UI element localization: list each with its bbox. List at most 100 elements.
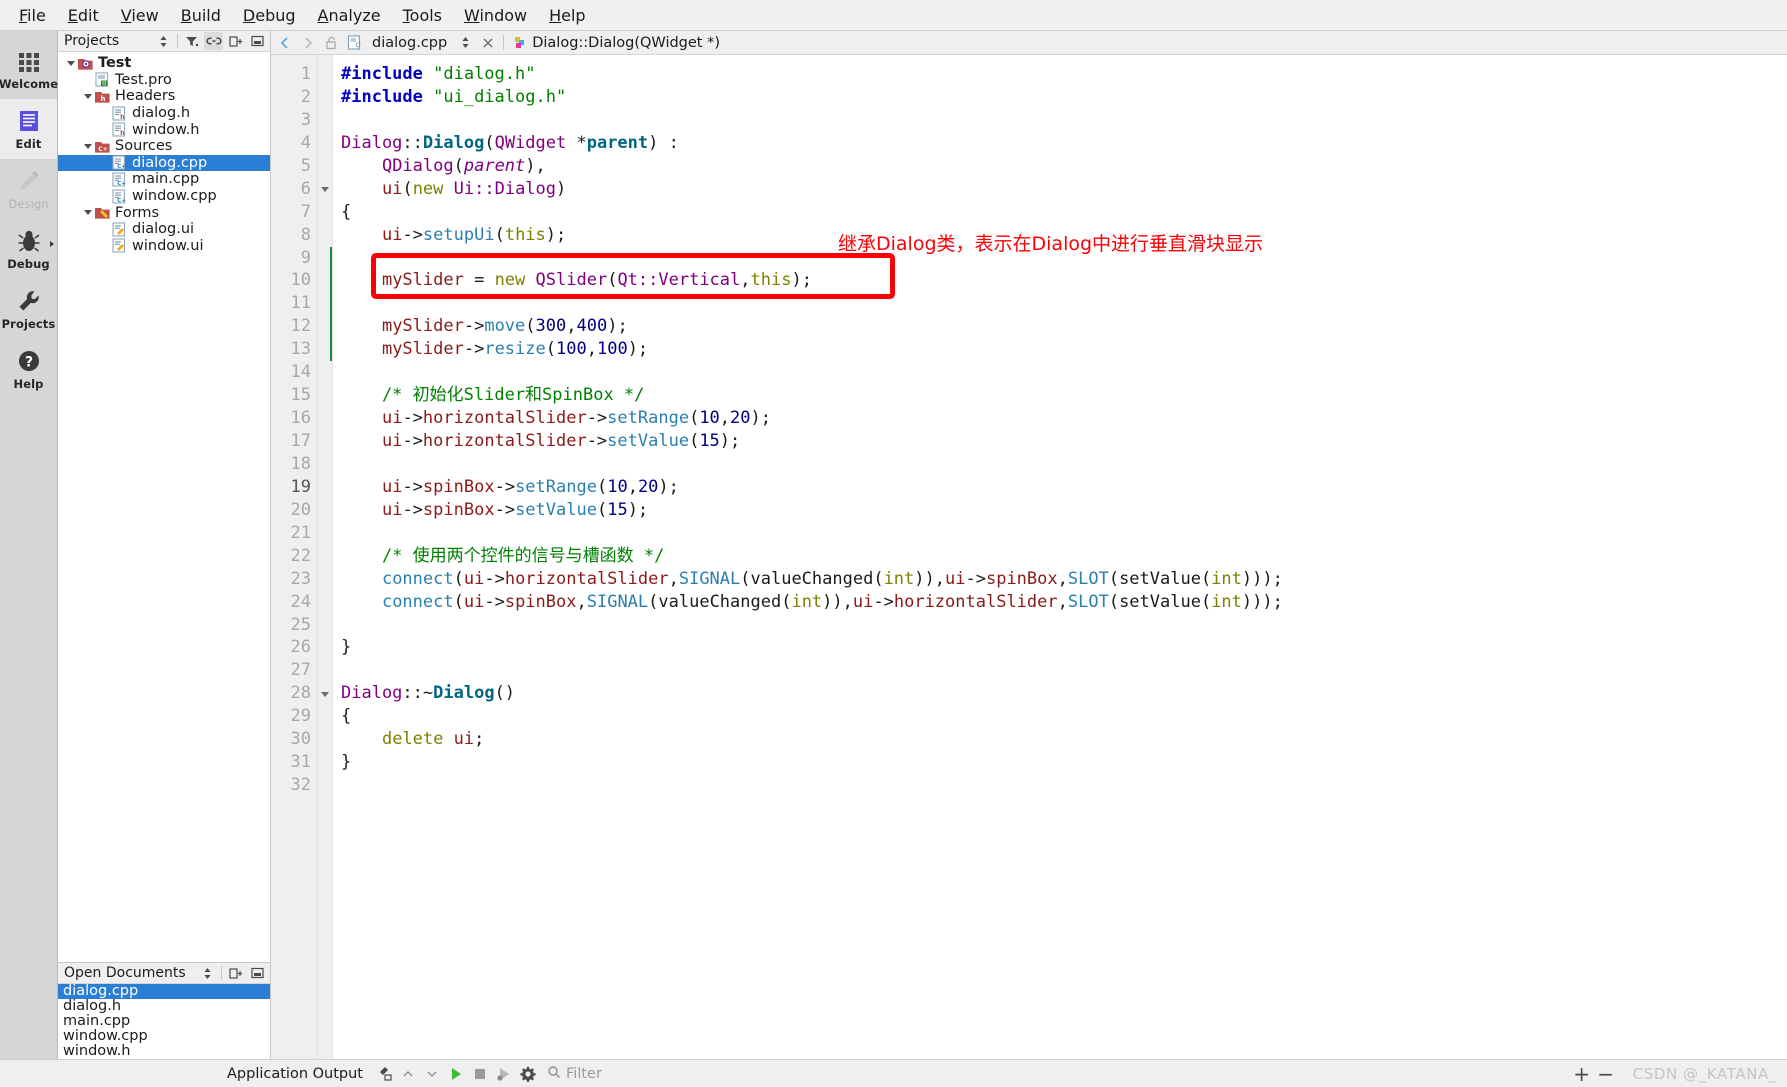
menu-analyze[interactable]: Analyze <box>307 3 392 28</box>
menu-help[interactable]: Help <box>538 3 596 28</box>
menu-tools[interactable]: Tools <box>392 3 453 28</box>
editor-symbol-selector[interactable]: Dialog::Dialog(QWidget *) <box>532 35 720 51</box>
mode-design[interactable]: Design <box>0 159 57 219</box>
stop-icon[interactable] <box>469 1063 491 1085</box>
chevron-down-icon[interactable] <box>81 210 94 216</box>
tree-item-window-ui[interactable]: window.ui <box>58 238 270 255</box>
updown-arrows-icon[interactable] <box>198 964 217 982</box>
tree-item-test-pro[interactable]: Q Test.pro <box>58 72 270 89</box>
tree-item-window-cpp[interactable]: C+ window.cpp <box>58 188 270 205</box>
chevron-down-icon[interactable] <box>421 1063 443 1085</box>
code-line[interactable]: ui->horizontalSlider->setRange(10,20); <box>341 407 1787 430</box>
code-line[interactable] <box>341 522 1787 545</box>
debug-submenu-arrow-icon[interactable] <box>50 241 54 247</box>
tree-item-dialog-cpp[interactable]: C+ dialog.cpp <box>58 154 270 172</box>
menu-edit[interactable]: Edit <box>57 3 110 28</box>
code-line[interactable] <box>341 774 1787 797</box>
mode-welcome[interactable]: Welcome <box>0 39 58 99</box>
code-line[interactable]: QDialog(parent), <box>341 155 1787 178</box>
tree-item-forms[interactable]: Forms <box>58 204 270 221</box>
chevron-down-icon[interactable] <box>81 143 94 149</box>
tree-item-dialog-ui[interactable]: dialog.ui <box>58 221 270 238</box>
chevron-up-icon[interactable] <box>397 1063 419 1085</box>
menu-file[interactable]: File <box>8 3 57 28</box>
code-line[interactable] <box>341 659 1787 682</box>
code-line[interactable]: } <box>341 751 1787 774</box>
code-line[interactable] <box>341 614 1787 637</box>
code-line[interactable]: mySlider->move(300,400); <box>341 315 1787 338</box>
tree-item-dialog-h[interactable]: h dialog.h <box>58 105 270 122</box>
mode-debug[interactable]: Debug <box>0 219 57 279</box>
code-line[interactable]: mySlider = new QSlider(Qt::Vertical,this… <box>341 269 1787 292</box>
broom-icon[interactable] <box>373 1063 395 1085</box>
open-document-item[interactable]: window.cpp <box>58 1029 270 1044</box>
zoom-out-button[interactable]: − <box>1595 1062 1617 1086</box>
code-line[interactable]: ui(new Ui::Dialog) <box>341 178 1787 201</box>
menu-view[interactable]: View <box>110 3 170 28</box>
output-filter[interactable]: Filter <box>547 1065 602 1083</box>
tree-item-test[interactable]: Test <box>58 55 270 72</box>
updown-arrows-icon[interactable] <box>154 32 173 50</box>
filter-icon[interactable] <box>182 32 201 50</box>
fold-marker-icon[interactable] <box>321 186 329 192</box>
unlocked-icon[interactable] <box>321 33 341 53</box>
fold-column[interactable] <box>318 55 333 1059</box>
minimize-icon[interactable] <box>248 964 267 982</box>
code-line[interactable]: /* 使用两个控件的信号与槽函数 */ <box>341 545 1787 568</box>
code-line[interactable] <box>341 361 1787 384</box>
open-document-item[interactable]: main.cpp <box>58 1014 270 1029</box>
menu-debug[interactable]: Debug <box>232 3 307 28</box>
code-line[interactable]: ui->horizontalSlider->setValue(15); <box>341 430 1787 453</box>
code-line[interactable]: Dialog::Dialog(QWidget *parent) : <box>341 132 1787 155</box>
play-icon[interactable] <box>445 1063 467 1085</box>
tree-item-sources[interactable]: C+ Sources <box>58 138 270 155</box>
code-line[interactable]: } <box>341 636 1787 659</box>
code-line[interactable] <box>341 292 1787 315</box>
tree-item-window-h[interactable]: h window.h <box>58 121 270 138</box>
code-line[interactable]: connect(ui->horizontalSlider,SIGNAL(valu… <box>341 568 1787 591</box>
project-tree[interactable]: Test Q Test.pro h Headers h dialog.h h window.h C… <box>58 52 270 962</box>
zoom-in-button[interactable]: + <box>1571 1062 1593 1086</box>
code-line[interactable]: { <box>341 705 1787 728</box>
open-document-item[interactable]: dialog.h <box>58 999 270 1014</box>
open-document-item[interactable]: dialog.cpp <box>58 984 270 999</box>
minimize-icon[interactable] <box>248 32 267 50</box>
tree-item-headers[interactable]: h Headers <box>58 88 270 105</box>
menu-build[interactable]: Build <box>170 3 232 28</box>
mode-projects[interactable]: Projects <box>0 279 57 339</box>
code-line[interactable]: mySlider->resize(100,100); <box>341 338 1787 361</box>
fold-marker-icon[interactable] <box>321 691 329 697</box>
open-document-item[interactable]: window.h <box>58 1044 270 1059</box>
code-editor[interactable]: 1 2 3 4 5 6 7 8 9 10 11 12 13 14 15 16 17 18 19 20 21 22 23 24 2… <box>271 55 1787 1059</box>
gear-icon[interactable] <box>517 1063 539 1085</box>
chevron-down-icon[interactable] <box>81 93 94 99</box>
tree-item-main-cpp[interactable]: C+ main.cpp <box>58 171 270 188</box>
split-icon[interactable] <box>226 964 245 982</box>
code-line[interactable]: { <box>341 201 1787 224</box>
code-line[interactable]: delete ui; <box>341 728 1787 751</box>
code-line[interactable]: connect(ui->spinBox,SIGNAL(valueChanged(… <box>341 591 1787 614</box>
editor-tab-filename[interactable]: dialog.cpp <box>367 35 452 51</box>
mode-edit[interactable]: Edit <box>0 99 57 159</box>
debug-attach-icon[interactable] <box>493 1063 515 1085</box>
code-line[interactable]: #include "ui_dialog.h" <box>341 86 1787 109</box>
code-line[interactable]: ui->spinBox->setValue(15); <box>341 499 1787 522</box>
filter-input[interactable]: Filter <box>566 1066 602 1082</box>
mode-help[interactable]: ? Help <box>0 339 57 399</box>
code-line[interactable] <box>341 453 1787 476</box>
menu-window[interactable]: Window <box>453 3 538 28</box>
code-line[interactable]: ui->spinBox->setRange(10,20); <box>341 476 1787 499</box>
output-pane-title[interactable]: Application Output <box>219 1066 371 1082</box>
code-line[interactable]: Dialog::~Dialog() <box>341 682 1787 705</box>
close-icon[interactable] <box>478 33 498 53</box>
split-icon[interactable] <box>226 32 245 50</box>
link-icon[interactable] <box>204 32 223 50</box>
chevron-down-icon[interactable] <box>64 60 77 66</box>
code-line[interactable] <box>341 109 1787 132</box>
chevron-right-icon[interactable] <box>298 33 318 53</box>
updown-arrows-icon[interactable] <box>455 33 475 53</box>
code-line[interactable]: #include "dialog.h" <box>341 63 1787 86</box>
code-content[interactable]: #include "dialog.h" #include "ui_dialog.h… <box>333 55 1787 1059</box>
open-documents-list[interactable]: dialog.cpp dialog.h main.cpp window.cpp wind… <box>58 984 270 1059</box>
code-line[interactable]: /* 初始化Slider和SpinBox */ <box>341 384 1787 407</box>
